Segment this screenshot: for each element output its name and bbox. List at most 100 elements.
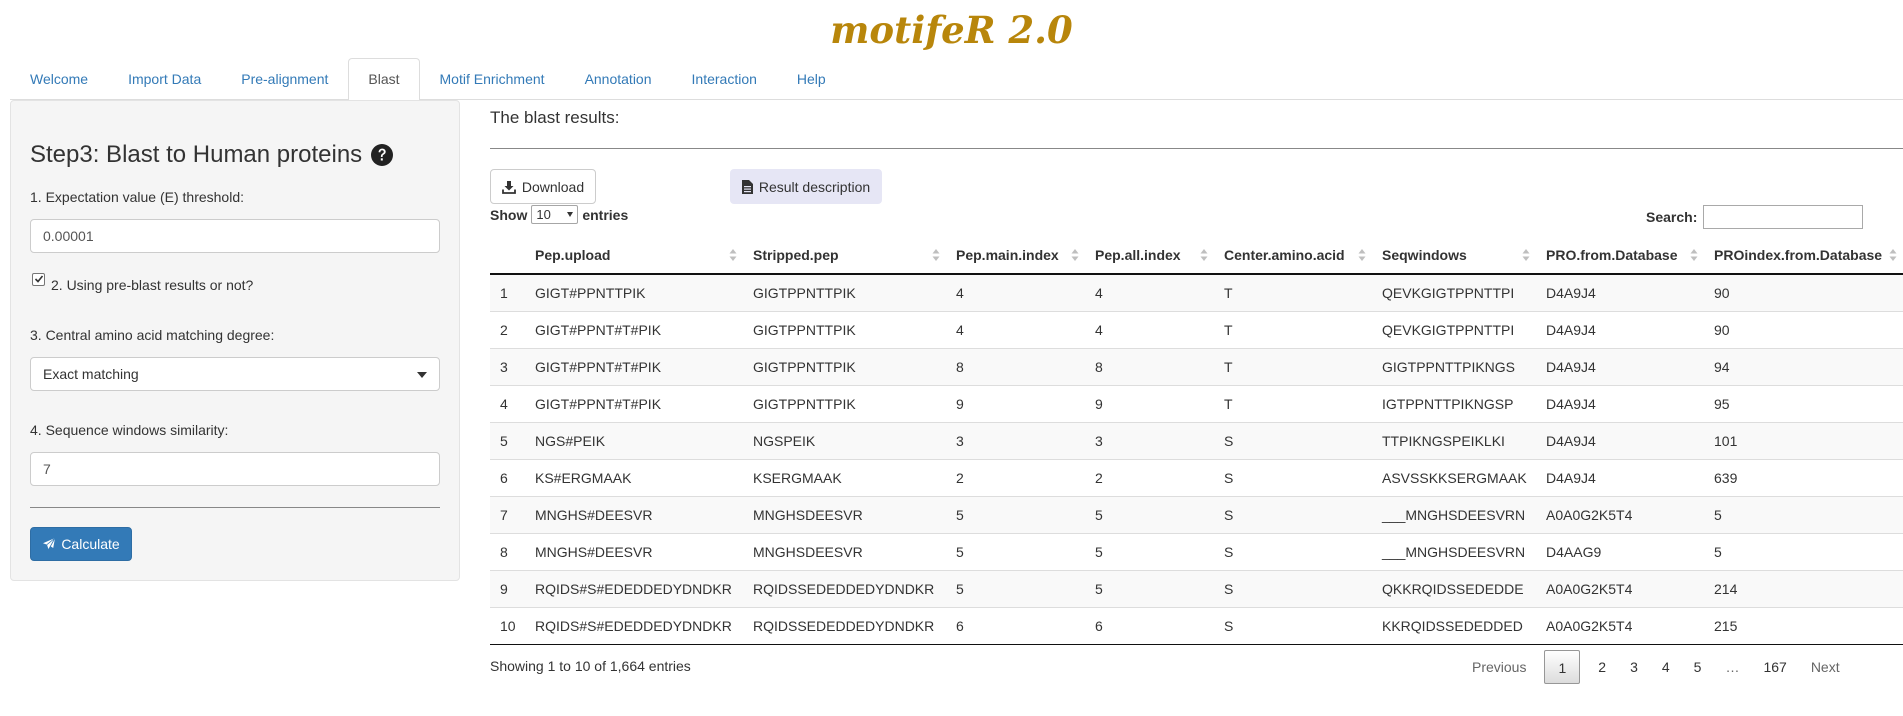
- table-row[interactable]: 7 MNGHS#DEESVR MNGHSDEESVR 5 5 S ___MNGHSDEESV…: [490, 495, 1903, 533]
- pagination-page[interactable]: 5: [1682, 650, 1714, 684]
- sort-icon[interactable]: [1522, 248, 1530, 262]
- entries-length-select[interactable]: 10: [531, 205, 579, 224]
- table-cell: D4A9J4: [1536, 458, 1704, 496]
- table-cell: 5: [1085, 569, 1214, 607]
- table-cell: QEVKGIGTPPNTTPI: [1372, 310, 1536, 348]
- table-body: 1 GIGT#PPNTTPIK GIGTPPNTTPIK 4 4 T QEVKGIGTPPN…: [490, 273, 1903, 645]
- table-cell: 214: [1704, 569, 1903, 607]
- table-cell: KSERGMAAK: [743, 458, 946, 496]
- table-row[interactable]: 8 MNGHS#DEESVR MNGHSDEESVR 5 5 S ___MNGHSDEESV…: [490, 532, 1903, 570]
- entries-label: entries: [582, 206, 629, 223]
- table-cell: 4: [1085, 310, 1214, 348]
- evalue-input[interactable]: 0.00001: [30, 219, 440, 253]
- table-cell: IGTPPNTTPIKNGSP: [1372, 384, 1536, 422]
- table-cell: 6: [1085, 606, 1214, 645]
- sort-icon[interactable]: [1358, 248, 1366, 262]
- table-cell: MNGHSDEESVR: [743, 532, 946, 570]
- tab-welcome[interactable]: Welcome: [10, 58, 108, 100]
- table-cell: GIGT#PPNT#T#PIK: [525, 384, 743, 422]
- table-cell: 94: [1704, 347, 1903, 385]
- table-row[interactable]: 6 KS#ERGMAAK KSERGMAAK 2 2 S ASVSSKKSERGMAAK D4…: [490, 458, 1903, 496]
- tab-blast[interactable]: Blast: [348, 58, 420, 101]
- column-header-label: Seqwindows: [1382, 246, 1467, 263]
- similarity-input[interactable]: 7: [30, 452, 440, 486]
- column-header-seqwindows[interactable]: Seqwindows: [1372, 236, 1536, 275]
- sidebar-divider: [30, 507, 440, 508]
- table-cell: ___MNGHSDEESVRN: [1372, 495, 1536, 533]
- column-header-center-amino-acid[interactable]: Center.amino.acid: [1214, 236, 1372, 275]
- table-row[interactable]: 9 RQIDS#S#EDEDDEDYDNDKR RQIDSSEDEDDEDYDNDK…: [490, 569, 1903, 607]
- search-control: Search:: [1646, 205, 1864, 229]
- table-cell: D4A9J4: [1536, 310, 1704, 348]
- tab-pre-alignment[interactable]: Pre-alignment: [221, 58, 348, 100]
- pagination: Previous 1 2 3 4 5 … 167 Next: [1460, 650, 1852, 684]
- table-cell: 4: [946, 273, 1085, 311]
- sidebar-panel: Step3: Blast to Human proteins 1. Expect…: [10, 100, 460, 581]
- table-cell: RQIDS#S#EDEDDEDYDNDKR: [525, 569, 743, 607]
- table-row[interactable]: 3 GIGT#PPNT#T#PIK GIGTPPNTTPIK 8 8 T GIGTPPNTT…: [490, 347, 1903, 385]
- table-cell: 3: [946, 421, 1085, 459]
- table-row[interactable]: 2 GIGT#PPNT#T#PIK GIGTPPNTTPIK 4 4 T QEVKGIGTP…: [490, 310, 1903, 348]
- tab-motif-enrichment[interactable]: Motif Enrichment: [420, 58, 565, 100]
- table-row[interactable]: 4 GIGT#PPNT#T#PIK GIGTPPNTTPIK 9 9 T IGTPPNTTP…: [490, 384, 1903, 422]
- sort-icon[interactable]: [1889, 248, 1897, 262]
- search-label: Search:: [1646, 209, 1698, 225]
- table-cell: MNGHSDEESVR: [743, 495, 946, 533]
- table-cell: GIGTPPNTTPIKNGS: [1372, 347, 1536, 385]
- table-cell: A0A0G2K5T4: [1536, 606, 1704, 645]
- preblast-label: 2. Using pre-blast results or not?: [51, 277, 254, 293]
- search-input[interactable]: [1703, 205, 1864, 229]
- entries-length-value: 10: [536, 207, 551, 222]
- file-text-icon: [741, 179, 753, 194]
- pagination-page[interactable]: 167: [1751, 650, 1798, 684]
- table-cell: NGSPEIK: [743, 421, 946, 459]
- pagination-page[interactable]: 1: [1544, 650, 1581, 684]
- result-description-button[interactable]: Result description: [730, 169, 882, 204]
- pagination-page[interactable]: 3: [1618, 650, 1650, 684]
- table-cell: GIGTPPNTTPIK: [743, 384, 946, 422]
- table-cell: S: [1214, 569, 1372, 607]
- table-cell: D4A9J4: [1536, 273, 1704, 311]
- column-header-label: Pep.upload: [535, 246, 611, 263]
- table-row[interactable]: 10 RQIDS#S#EDEDDEDYDNDKR RQIDSSEDEDDEDYDND…: [490, 606, 1903, 645]
- table-row[interactable]: 5 NGS#PEIK NGSPEIK 3 3 S TTPIKNGSPEIKLKI D4A9J4…: [490, 421, 1903, 459]
- column-header-pep-main-index[interactable]: Pep.main.index: [946, 236, 1085, 275]
- preblast-checkbox[interactable]: [32, 273, 45, 286]
- table-cell: 9: [946, 384, 1085, 422]
- column-header-stripped-pep[interactable]: Stripped.pep: [743, 236, 946, 275]
- question-circle-icon[interactable]: [370, 143, 394, 167]
- sort-icon[interactable]: [932, 248, 940, 262]
- tab-interaction[interactable]: Interaction: [672, 58, 777, 100]
- table-cell: KKRQIDSSEDEDDED: [1372, 606, 1536, 645]
- entries-length-control: Show 10 entries: [490, 205, 628, 224]
- sort-icon[interactable]: [1200, 248, 1208, 262]
- tab-annotation[interactable]: Annotation: [565, 58, 672, 100]
- table-cell: A0A0G2K5T4: [1536, 569, 1704, 607]
- results-divider: [490, 148, 1903, 149]
- column-header-pep-upload[interactable]: Pep.upload: [525, 236, 743, 275]
- table-cell: GIGT#PPNT#T#PIK: [525, 347, 743, 385]
- table-row[interactable]: 1 GIGT#PPNTTPIK GIGTPPNTTPIK 4 4 T QEVKGIGTPPN…: [490, 273, 1903, 311]
- caret-down-icon: [567, 212, 574, 217]
- table-cell: 6: [490, 458, 525, 496]
- table-cell: MNGHS#DEESVR: [525, 495, 743, 533]
- column-header-pro-from-database[interactable]: PRO.from.Database: [1536, 236, 1704, 275]
- sort-icon[interactable]: [1690, 248, 1698, 262]
- pagination-next[interactable]: Next: [1799, 650, 1852, 684]
- calculate-button[interactable]: Calculate: [30, 527, 132, 561]
- column-header-proindex-from-database[interactable]: PROindex.from.Database: [1704, 236, 1903, 275]
- results-title: The blast results:: [490, 108, 620, 127]
- tab-import-data[interactable]: Import Data: [108, 58, 221, 100]
- sort-icon[interactable]: [729, 248, 737, 262]
- sort-icon[interactable]: [1071, 248, 1079, 262]
- pagination-page[interactable]: 2: [1586, 650, 1618, 684]
- central-amino-acid-select[interactable]: Exact matching: [30, 357, 440, 391]
- pagination-page[interactable]: 4: [1650, 650, 1682, 684]
- table-cell: D4A9J4: [1536, 384, 1704, 422]
- tab-help[interactable]: Help: [777, 58, 846, 100]
- table-cell: 95: [1704, 384, 1903, 422]
- column-header-pep-all-index[interactable]: Pep.all.index: [1085, 236, 1214, 275]
- table-info: Showing 1 to 10 of 1,664 entries: [490, 658, 691, 674]
- download-button[interactable]: Download: [490, 169, 596, 204]
- pagination-previous[interactable]: Previous: [1460, 650, 1538, 684]
